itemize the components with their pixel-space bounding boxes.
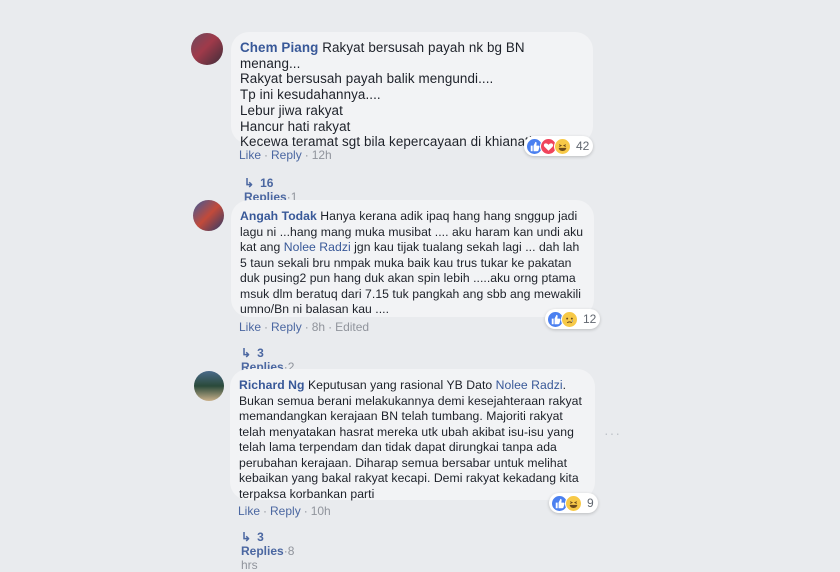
reaction-summary[interactable]: 12	[545, 309, 601, 329]
comment-timestamp[interactable]: 10h	[311, 504, 331, 518]
comment-line: Kecewa teramat sgt bila kepercayaan di k…	[240, 134, 544, 150]
comment-bubble: Chem Piang Rakyat bersusah payah nk bg B…	[231, 32, 593, 149]
reply-button[interactable]: Reply	[270, 504, 301, 518]
comment-author[interactable]: Angah Todak	[240, 209, 317, 223]
haha-icon	[554, 137, 571, 155]
reaction-count: 9	[587, 496, 594, 510]
comment-author[interactable]: Richard Ng	[239, 378, 305, 392]
comment-actions: Like · Reply · 8h · Edited	[239, 320, 370, 334]
reply-arrow-icon: ↳	[241, 346, 252, 360]
comment-text: . Bukan semua berani melakukannya demi k…	[239, 378, 582, 501]
like-button[interactable]: Like	[239, 320, 261, 334]
like-button[interactable]: Like	[238, 504, 260, 518]
avatar[interactable]	[194, 371, 224, 401]
comment-text: Keputusan yang rasional YB Dato	[307, 378, 493, 392]
reaction-summary[interactable]: 9	[549, 493, 598, 513]
comment-bubble: Angah Todak Hanya kerana adik ipaq hang …	[231, 200, 594, 317]
comment-actions: Like · Reply · 10h	[238, 504, 331, 518]
reply-arrow-icon: ↳	[241, 530, 252, 544]
comment-timestamp[interactable]: 8h	[312, 320, 325, 334]
reply-arrow-icon: ↳	[244, 176, 255, 190]
comment-author[interactable]: Chem Piang	[240, 40, 318, 55]
reaction-summary[interactable]: 42	[524, 136, 594, 156]
comment-line: Rakyat bersusah payah balik mengundi....	[240, 71, 494, 87]
view-replies[interactable]: ↳ 3 Replies·8 hrs	[241, 530, 294, 572]
reply-button[interactable]: Reply	[271, 320, 302, 334]
mention-link[interactable]: Nolee Radzi	[284, 240, 351, 254]
haha-icon	[565, 494, 582, 512]
reaction-count: 12	[583, 312, 597, 326]
like-button[interactable]: Like	[239, 148, 261, 162]
sad-icon	[561, 310, 578, 328]
reply-button[interactable]: Reply	[271, 148, 302, 162]
more-options-icon[interactable]: ···	[604, 425, 621, 441]
avatar[interactable]	[193, 200, 224, 231]
comment-actions: Like · Reply · 12h	[239, 148, 332, 162]
comment-line: Tp ini kesudahannya....	[240, 87, 381, 103]
edited-label[interactable]: Edited	[335, 320, 369, 334]
avatar[interactable]	[191, 33, 223, 65]
mention-link[interactable]: Nolee Radzi	[496, 378, 563, 392]
comment-timestamp[interactable]: 12h	[312, 148, 332, 162]
reaction-count: 42	[576, 139, 590, 153]
comment-line: Hancur hati rakyat	[240, 118, 351, 134]
comment-bubble: Richard Ng Keputusan yang rasional YB Da…	[230, 369, 595, 501]
comment-line: Lebur jiwa rakyat	[240, 102, 343, 118]
